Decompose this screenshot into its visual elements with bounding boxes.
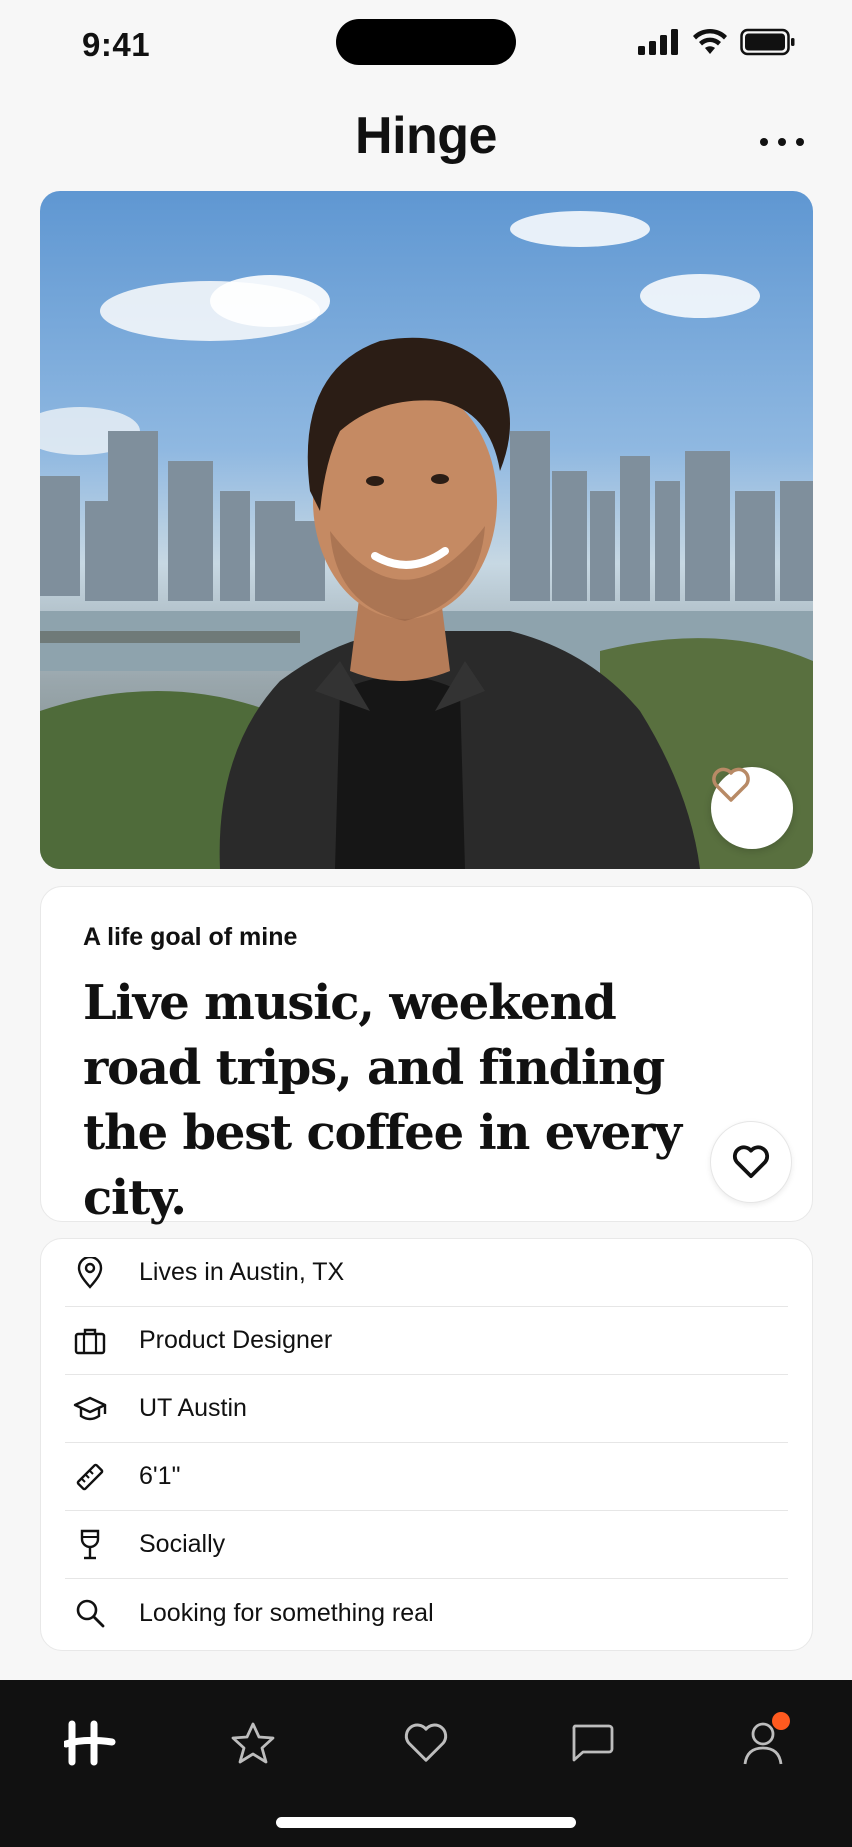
status-icons: [638, 28, 796, 56]
notification-dot: [772, 1712, 790, 1730]
heart-icon: [733, 1145, 769, 1179]
ruler-icon: [69, 1459, 111, 1495]
more-dot-icon: [778, 138, 786, 146]
heart-icon: [712, 767, 750, 802]
app-header: Hinge: [0, 92, 852, 182]
graduation-cap-icon: [69, 1391, 111, 1427]
detail-intention: Looking for something real: [65, 1579, 788, 1647]
detail-job: Product Designer: [65, 1307, 788, 1375]
tab-standouts[interactable]: [218, 1708, 288, 1778]
profile-details-card: Lives in Austin, TX Product Designer UT …: [40, 1238, 813, 1651]
wine-glass-icon: [69, 1527, 111, 1563]
more-dot-icon: [796, 138, 804, 146]
bottom-tab-bar: [0, 1680, 852, 1847]
detail-job-text: Product Designer: [139, 1326, 333, 1354]
detail-intention-text: Looking for something real: [139, 1598, 434, 1627]
detail-school-text: UT Austin: [139, 1394, 247, 1422]
location-pin-icon: [69, 1255, 111, 1291]
battery-icon: [740, 28, 795, 56]
hinge-home-icon: [64, 1720, 116, 1766]
wifi-icon: [693, 28, 727, 54]
prompt-label: A life goal of mine: [83, 923, 298, 951]
detail-drinking: Socially: [65, 1511, 788, 1579]
search-icon: [69, 1595, 111, 1631]
photo-like-button[interactable]: [711, 767, 793, 849]
tab-likes[interactable]: [391, 1708, 461, 1778]
prompt-answer: Live music, weekend road trips, and find…: [83, 975, 682, 1226]
tab-home[interactable]: [55, 1708, 125, 1778]
status-time: 9:41: [82, 26, 151, 63]
detail-height-text: 6'1": [139, 1462, 181, 1490]
status-bar: 9:41: [0, 0, 852, 92]
cellular-signal-icon: [638, 29, 678, 55]
dynamic-island: [336, 19, 516, 65]
detail-school: UT Austin: [65, 1375, 788, 1443]
star-icon: [231, 1722, 275, 1764]
detail-location-text: Lives in Austin, TX: [139, 1258, 345, 1286]
prompt-like-button[interactable]: [710, 1121, 792, 1203]
detail-location: Lives in Austin, TX: [65, 1239, 788, 1307]
heart-icon: [404, 1723, 448, 1762]
briefcase-icon: [69, 1323, 111, 1359]
home-indicator: [276, 1817, 576, 1828]
hinge-logo: Hinge: [355, 107, 497, 165]
prompt-card: A life goal of mine Live music, weekend …: [40, 886, 813, 1226]
profile-photo: [40, 211, 813, 869]
more-options-button[interactable]: [760, 132, 804, 152]
detail-height: 6'1": [65, 1443, 788, 1511]
more-dot-icon: [760, 138, 768, 146]
profile-photo-card[interactable]: [40, 191, 813, 869]
chat-bubble-icon: [572, 1724, 614, 1762]
tab-matches[interactable]: [557, 1708, 627, 1778]
detail-drinking-text: Socially: [139, 1530, 226, 1558]
tab-profile[interactable]: [728, 1708, 798, 1778]
